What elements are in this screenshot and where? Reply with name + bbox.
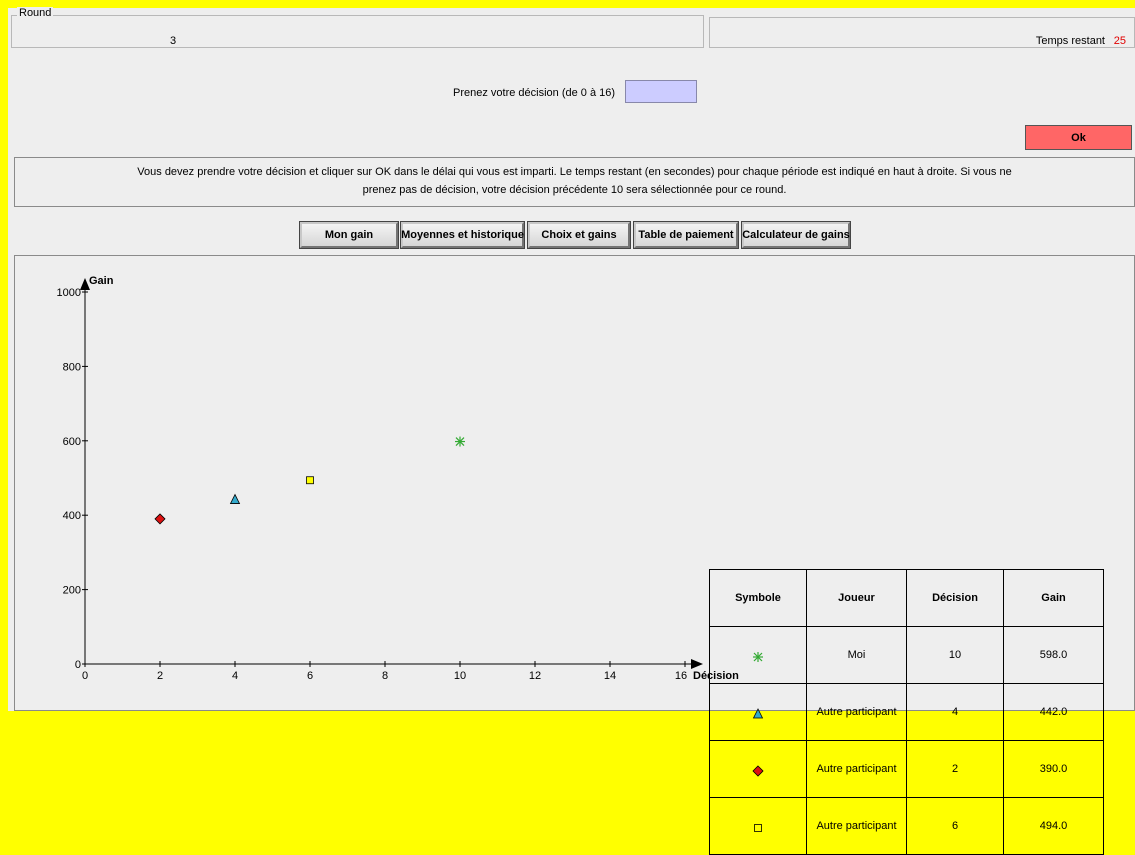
x-tick-label: 16	[675, 670, 687, 682]
x-tick-label: 8	[382, 670, 388, 682]
joueur-cell: Autre participant	[806, 683, 907, 741]
symbol-cell	[709, 740, 807, 798]
instructions-panel: Vous devez prendre votre décision et cli…	[14, 157, 1135, 207]
data-point-triangle	[229, 493, 241, 504]
y-axis-label: Gain	[89, 275, 114, 287]
chart-panel: Gain Décision 0 2 4 6 8 10 12 14 16 0 200 400 600 800 10…	[14, 255, 1135, 855]
diamond-icon	[752, 764, 764, 777]
tab-table-paiement[interactable]: Table de paiement	[633, 221, 739, 249]
decision-cell: 2	[906, 740, 1004, 798]
header-gain: Gain	[1003, 569, 1104, 627]
header-joueur: Joueur	[806, 569, 907, 627]
tab-choix-gains[interactable]: Choix et gains	[527, 221, 631, 249]
asterisk-icon	[753, 651, 763, 662]
data-point-diamond	[154, 513, 166, 525]
square-icon	[754, 823, 762, 832]
x-tick-label: 2	[157, 670, 163, 682]
decision-input[interactable]	[625, 80, 697, 103]
diamond-mark	[752, 764, 764, 777]
round-legend: Round	[17, 7, 54, 19]
ok-button[interactable]: Ok	[1025, 125, 1132, 150]
instructions-line-1: Vous devez prendre votre décision et cli…	[137, 166, 1012, 178]
decision-cell: 10	[906, 626, 1004, 684]
table-row: Moi 10 598.0	[709, 626, 1104, 684]
y-tick-label: 1000	[57, 287, 81, 299]
table-row: Autre participant 6 494.0	[709, 797, 1104, 855]
gain-cell: 390.0	[1003, 740, 1104, 798]
data-point-square	[306, 476, 314, 485]
x-tick-label: 12	[529, 670, 541, 682]
joueur-cell: Autre participant	[806, 740, 907, 798]
tab-mon-gain[interactable]: Mon gain	[299, 221, 399, 249]
instructions-line-2: prenez pas de décision, votre décision p…	[362, 184, 787, 196]
gain-cell: 442.0	[1003, 683, 1104, 741]
asterisk-mark	[753, 651, 763, 662]
decision-label: Prenez votre décision (de 0 à 16)	[453, 87, 616, 99]
round-box: Round 3	[11, 7, 704, 48]
joueur-cell: Moi	[806, 626, 907, 684]
x-tick-label: 6	[307, 670, 313, 682]
x-tick-label: 10	[454, 670, 466, 682]
gain-cell: 494.0	[1003, 797, 1104, 855]
x-tick-label: 14	[604, 670, 616, 682]
x-axis-arrow	[691, 659, 703, 669]
triangle-icon	[752, 707, 764, 718]
y-tick-label: 0	[75, 659, 81, 671]
time-remaining-label: Temps restant	[1035, 35, 1105, 47]
y-tick-label: 200	[63, 585, 81, 597]
x-tick-label: 0	[82, 670, 88, 682]
table-header-row: Symbole Joueur Décision Gain	[709, 569, 1104, 627]
triangle-mark	[752, 707, 764, 718]
data-point-asterisk	[455, 436, 465, 447]
y-tick-label: 600	[63, 436, 81, 448]
time-remaining-value: 25	[1113, 35, 1126, 47]
decision-cell: 6	[906, 797, 1004, 855]
triangle-shape	[229, 493, 241, 504]
round-value: 3	[170, 35, 177, 47]
gain-cell: 598.0	[1003, 626, 1104, 684]
main-window: Round 3 Temps restant 25 Prenez votre dé…	[8, 7, 1135, 855]
symbol-cell	[709, 626, 807, 684]
joueur-cell: Autre participant	[806, 797, 907, 855]
triangle-shape	[752, 707, 764, 718]
table-row: Autre participant 2 390.0	[709, 740, 1104, 798]
summary-table: Symbole Joueur Décision Gain Moi 10 598.0 A…	[709, 569, 1104, 855]
symbol-cell	[709, 683, 807, 741]
header-decision: Décision	[906, 569, 1004, 627]
y-tick-label: 400	[63, 510, 81, 522]
tab-moyennes-historique[interactable]: Moyennes et historique	[400, 221, 525, 249]
decision-cell: 4	[906, 683, 1004, 741]
time-box: Temps restant 25	[709, 17, 1135, 48]
y-tick-label: 800	[63, 361, 81, 373]
tab-calculateur-gains[interactable]: Calculateur de gains	[741, 221, 851, 249]
square-shape	[754, 823, 762, 832]
table-row: Autre participant 4 442.0	[709, 683, 1104, 741]
diamond-shape	[752, 764, 764, 777]
square-mark	[754, 823, 762, 832]
diamond-shape	[154, 513, 166, 525]
x-tick-label: 4	[232, 670, 238, 682]
square-shape	[306, 476, 314, 485]
symbol-cell	[709, 797, 807, 855]
header-symbole: Symbole	[709, 569, 807, 627]
